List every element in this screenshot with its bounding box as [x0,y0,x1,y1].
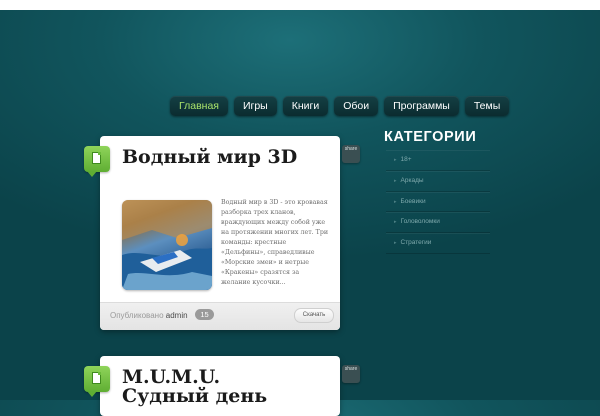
category-item[interactable]: ▸ Стратегии [386,233,490,254]
arrow-right-icon: ▸ [394,177,397,184]
arrow-right-icon: ▸ [394,198,397,205]
download-button[interactable]: Скачать [294,308,334,323]
post-meta: Опубликовано admin [110,311,188,320]
post-excerpt: Водный мир в 3D - это кровавая разборка … [221,199,329,286]
category-label: Аркады [400,176,424,184]
post-badge [84,146,110,177]
post-card: Водный мир 3D Водный мир в 3D - это кров… [84,136,340,330]
nav-item-themes[interactable]: Темы [464,96,510,116]
share-button[interactable]: share [342,145,360,163]
arrow-right-icon: ▸ [394,219,397,226]
category-item[interactable]: ▸ Головоломки [386,212,490,234]
nav-item-programs[interactable]: Программы [384,96,459,116]
post-author[interactable]: admin [166,311,188,320]
post-title[interactable]: Водный мир 3D [122,148,312,167]
post-badge [84,366,110,397]
category-item[interactable]: ▸ Боевики [386,191,490,213]
post-title[interactable]: M.U.M.U. Судный день [122,368,312,406]
nav-item-home[interactable]: Главная [170,96,228,116]
category-label: Стратегии [400,239,432,247]
post-card: M.U.M.U. Судный день [84,356,340,416]
comment-count-badge[interactable]: 15 [195,309,214,320]
category-item[interactable]: ▸ Аркады [386,170,490,192]
nav-item-wallpapers[interactable]: Обои [334,96,379,116]
sidebar-title: КАТЕГОРИИ [384,129,477,145]
document-icon [92,372,101,384]
game-artwork-image [122,200,212,290]
share-button[interactable]: share [342,365,360,383]
nav-item-books[interactable]: Книги [282,96,329,116]
arrow-right-icon: ▸ [394,240,397,247]
category-label: 18+ [400,156,412,163]
category-label: Боевики [400,197,426,205]
nav-item-games[interactable]: Игры [233,96,277,116]
category-item[interactable]: ▸ 18+ [386,150,490,171]
main-navigation: Главная Игры Книги Обои Программы Темы [170,96,510,116]
category-label: Головоломки [400,218,440,226]
category-list: ▸ 18+ ▸ Аркады ▸ Боевики ▸ Головоломки ▸ Стра… [386,150,490,254]
posted-label: Опубликовано [110,311,164,320]
post-footer: Опубликовано admin 15 Скачать [100,302,340,330]
arrow-right-icon: ▸ [394,157,397,163]
post-thumbnail[interactable] [122,200,212,290]
document-icon [92,152,101,164]
top-white-bar [0,0,600,10]
